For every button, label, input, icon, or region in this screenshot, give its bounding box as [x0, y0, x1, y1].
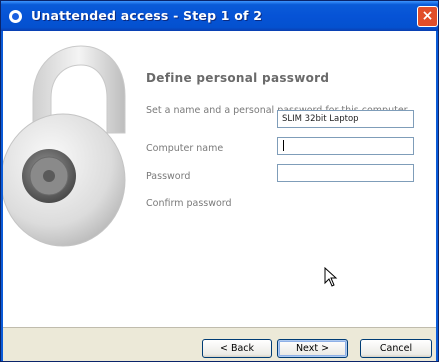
password-label: Password: [146, 171, 191, 182]
close-icon: ×: [421, 8, 434, 24]
title-bar[interactable]: Unattended access - Step 1 of 2 ×: [1, 1, 438, 31]
text-caret: [283, 140, 284, 151]
wizard-window: Unattended access - Step 1 of 2 × Define…: [0, 0, 439, 362]
page-heading: Define personal password: [146, 71, 330, 85]
password-field[interactable]: [277, 137, 414, 155]
mouse-pointer-icon: [324, 267, 338, 287]
next-button[interactable]: Next >: [277, 339, 348, 358]
confirm-password-field[interactable]: [277, 164, 414, 182]
cancel-button[interactable]: Cancel: [360, 339, 432, 358]
wizard-content: Define personal password Set a name and …: [3, 31, 436, 327]
teamviewer-icon: [9, 10, 22, 23]
window-border-right: [436, 31, 438, 361]
padlock-icon: [3, 45, 126, 247]
computer-name-field[interactable]: SLIM 32bit Laptop: [277, 110, 414, 128]
back-button[interactable]: < Back: [202, 339, 272, 358]
window-title: Unattended access - Step 1 of 2: [31, 8, 263, 23]
computer-name-label: Computer name: [146, 143, 224, 154]
close-button[interactable]: ×: [417, 6, 438, 27]
confirm-password-label: Confirm password: [146, 198, 232, 209]
computer-name-value: SLIM 32bit Laptop: [282, 114, 359, 124]
